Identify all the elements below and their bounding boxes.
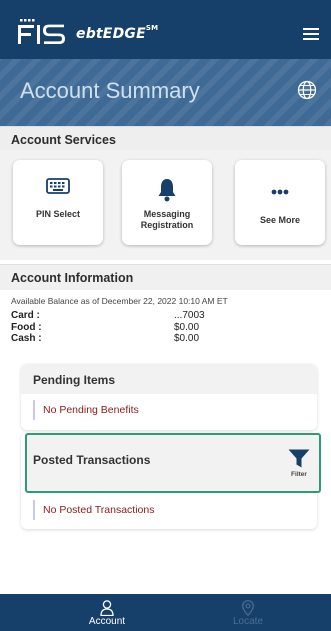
service-label: Messaging Registration bbox=[140, 209, 194, 230]
person-icon bbox=[100, 600, 114, 616]
pin-select-button[interactable]: PIN Select bbox=[13, 160, 103, 245]
page-title: Account Summary bbox=[20, 78, 200, 103]
balance-value: ...7003 bbox=[174, 310, 205, 321]
balance-date: Available Balance as of December 22, 202… bbox=[11, 296, 228, 306]
page-banner: Account Summary bbox=[0, 59, 331, 126]
balance-label: Food : bbox=[11, 321, 42, 333]
pending-items-header: Pending Items bbox=[21, 364, 317, 394]
nav-label: Locate bbox=[232, 616, 264, 627]
globe-icon[interactable] bbox=[297, 80, 317, 100]
location-pin-icon bbox=[242, 600, 254, 616]
pending-items-panel: Pending Items No Pending Benefits bbox=[21, 364, 317, 430]
account-services-panel: PIN Select Messaging Registration See Mo… bbox=[0, 150, 331, 260]
fis-logo bbox=[18, 19, 68, 45]
nav-account[interactable]: Account bbox=[62, 594, 152, 631]
bottom-navigation: Account Locate bbox=[0, 594, 331, 631]
keyboard-icon bbox=[13, 178, 103, 200]
balance-row-food: Food : $0.00 bbox=[11, 322, 321, 334]
see-more-button[interactable]: See More bbox=[235, 160, 325, 245]
account-information-header: Account Information bbox=[0, 264, 331, 290]
hamburger-menu-icon[interactable] bbox=[303, 28, 319, 40]
product-name: ebtEDGESM bbox=[76, 24, 159, 42]
nav-label: Account bbox=[88, 616, 126, 627]
bell-icon bbox=[122, 178, 212, 202]
balance-value: $0.00 bbox=[174, 333, 200, 344]
nav-locate[interactable]: Locate bbox=[203, 594, 293, 631]
balance-label: Cash : bbox=[11, 333, 42, 344]
service-label: See More bbox=[259, 215, 301, 225]
filter-label: Filter bbox=[291, 471, 307, 478]
section-title: Account Information bbox=[11, 271, 134, 285]
account-services-header: Account Services bbox=[0, 126, 331, 152]
pending-empty-message: No Pending Benefits bbox=[33, 400, 309, 420]
section-title: Account Services bbox=[11, 133, 116, 147]
posted-transactions-header: Posted Transactions Filter bbox=[25, 433, 321, 493]
balance-label: Card : bbox=[11, 310, 40, 321]
posted-empty-message: No Posted Transactions bbox=[33, 500, 309, 520]
filter-button[interactable]: Filter bbox=[285, 449, 313, 485]
filter-funnel-icon bbox=[288, 449, 310, 468]
more-dots-icon bbox=[235, 178, 325, 200]
panel-title: Pending Items bbox=[33, 373, 116, 387]
panel-title: Posted Transactions bbox=[33, 453, 151, 467]
balance-summary: Available Balance as of December 22, 202… bbox=[11, 296, 321, 345]
service-label: PIN Select bbox=[35, 209, 81, 219]
messaging-registration-button[interactable]: Messaging Registration bbox=[122, 160, 212, 245]
app-header: ebtEDGESM bbox=[0, 0, 331, 59]
balance-row-cash: Cash : $0.00 bbox=[11, 333, 321, 345]
balance-value: $0.00 bbox=[174, 321, 200, 333]
balance-row-card: Card : ...7003 bbox=[11, 310, 321, 322]
app-logo: ebtEDGESM bbox=[18, 17, 158, 45]
